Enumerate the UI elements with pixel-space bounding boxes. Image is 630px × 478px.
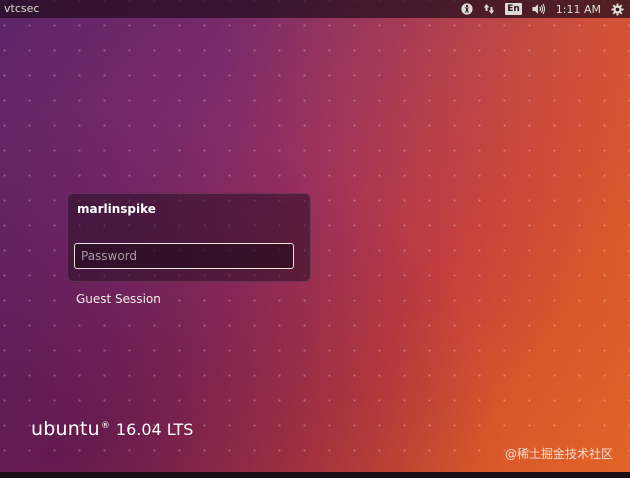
accessibility-icon[interactable] [461, 0, 473, 18]
ubuntu-wordmark: ubuntu [31, 418, 100, 440]
bottom-edge [0, 472, 630, 478]
power-gear-icon[interactable] [611, 0, 624, 18]
indicator-area: En 1:11 AM [451, 0, 624, 18]
registered-mark: ® [100, 421, 110, 431]
watermark: @稀土掘金技术社区 [504, 447, 613, 461]
clock-time: 1:11 AM [555, 2, 601, 16]
password-input[interactable] [74, 243, 294, 269]
network-icon[interactable] [483, 0, 495, 18]
guest-session-option[interactable]: Guest Session [76, 292, 161, 306]
login-box: marlinspike [67, 193, 311, 282]
keyboard-icon[interactable]: En [505, 0, 522, 18]
volume-icon[interactable] [532, 0, 546, 18]
username-label[interactable]: marlinspike [77, 202, 156, 216]
top-panel: vtcsec En 1:11 AM [0, 0, 630, 18]
clock[interactable]: 1:11 AM [556, 0, 601, 18]
keyboard-layout-label: En [505, 3, 522, 15]
ubuntu-logo: ubuntu ® 16.04 LTS [31, 418, 193, 440]
login-screen: vtcsec En 1:11 AM marlinspike Guest Sess… [0, 0, 630, 478]
hostname: vtcsec [4, 2, 40, 15]
ubuntu-version: 16.04 LTS [115, 420, 194, 439]
